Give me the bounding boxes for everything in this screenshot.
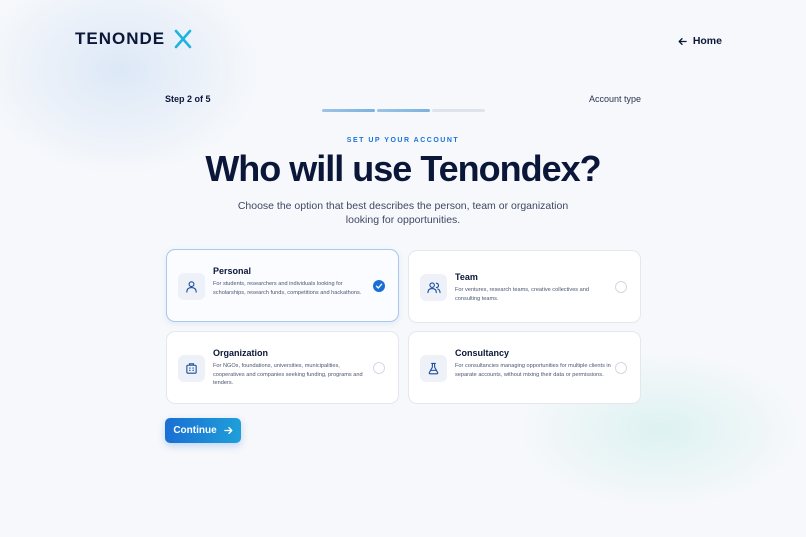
brand-x-icon <box>174 29 192 49</box>
option-icon-box <box>420 355 447 382</box>
option-card-organization[interactable]: Organization For NGOs, foundations, univ… <box>166 331 399 404</box>
brand-logo[interactable]: TENONDE <box>75 29 193 49</box>
option-description: For ventures, research teams, creative c… <box>455 287 589 302</box>
step-indicator: Step 2 of 5 <box>165 94 211 104</box>
section-label: Account type <box>588 94 641 104</box>
option-radio-selected[interactable] <box>373 280 385 292</box>
progress-segment-3 <box>432 109 485 112</box>
page-subtitle: Choose the option that best describes th… <box>237 200 569 226</box>
continue-button[interactable]: Continue <box>165 418 241 443</box>
home-link[interactable]: Home <box>678 35 722 47</box>
person-icon <box>186 281 197 293</box>
continue-label: Continue <box>173 425 217 436</box>
building-icon <box>186 363 197 374</box>
team-icon <box>426 282 441 294</box>
home-label: Home <box>692 35 722 47</box>
option-description: For students, researchers and individual… <box>213 281 362 296</box>
brand-name: TENONDE <box>75 29 166 48</box>
option-radio[interactable] <box>615 362 627 374</box>
option-description: For NGOs, foundations, universities, mun… <box>213 363 363 386</box>
option-card-consultancy[interactable]: Consultancy For consultancies managing o… <box>408 331 641 404</box>
option-title: Consultancy <box>455 348 510 358</box>
option-icon-box <box>420 274 447 301</box>
option-icon-box <box>178 355 205 382</box>
check-icon <box>375 283 383 289</box>
page-title: Who will use Tenondex? <box>205 148 601 189</box>
option-card-personal[interactable]: Personal For students, researchers and i… <box>166 249 399 322</box>
flask-icon <box>428 362 439 375</box>
option-description: For consultancies managing opportunities… <box>455 363 611 378</box>
arrow-right-icon <box>223 426 233 435</box>
progress-bar <box>322 109 485 112</box>
eyebrow-label: SET UP YOUR ACCOUNT <box>346 137 460 144</box>
page-background <box>0 0 806 537</box>
option-radio[interactable] <box>373 362 385 374</box>
progress-segment-1 <box>322 109 375 112</box>
progress-segment-2 <box>377 109 430 112</box>
option-icon-box <box>178 273 205 300</box>
option-card-team[interactable]: Team For ventures, research teams, creat… <box>408 250 641 323</box>
arrow-left-icon <box>678 37 687 45</box>
option-title: Organization <box>213 348 269 358</box>
option-title: Team <box>455 272 478 282</box>
option-radio[interactable] <box>615 281 627 293</box>
option-title: Personal <box>213 266 252 276</box>
